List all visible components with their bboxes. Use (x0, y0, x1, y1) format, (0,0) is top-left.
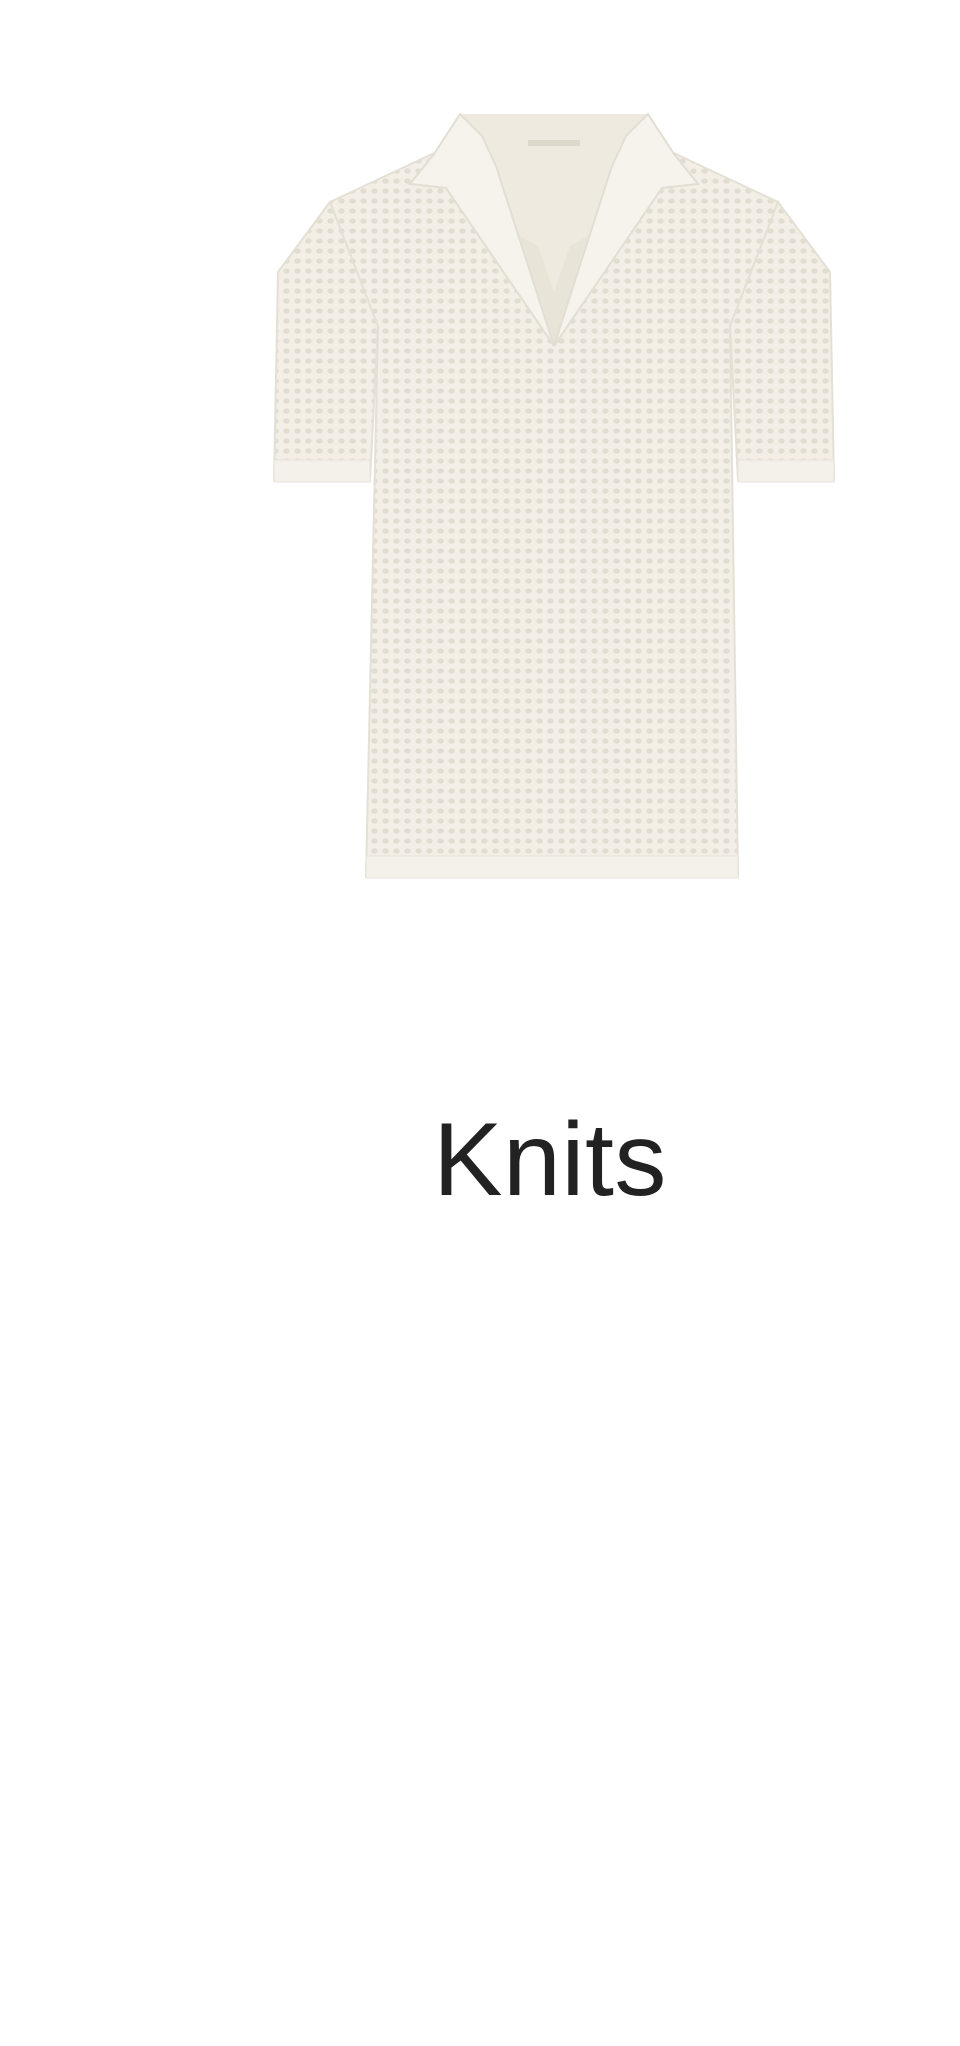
category-label: Knits (433, 1102, 667, 1218)
page: Knits (0, 0, 960, 2046)
category-tile-knits[interactable]: Knits (0, 0, 960, 2046)
knit-polo-shirt-icon (272, 112, 836, 879)
